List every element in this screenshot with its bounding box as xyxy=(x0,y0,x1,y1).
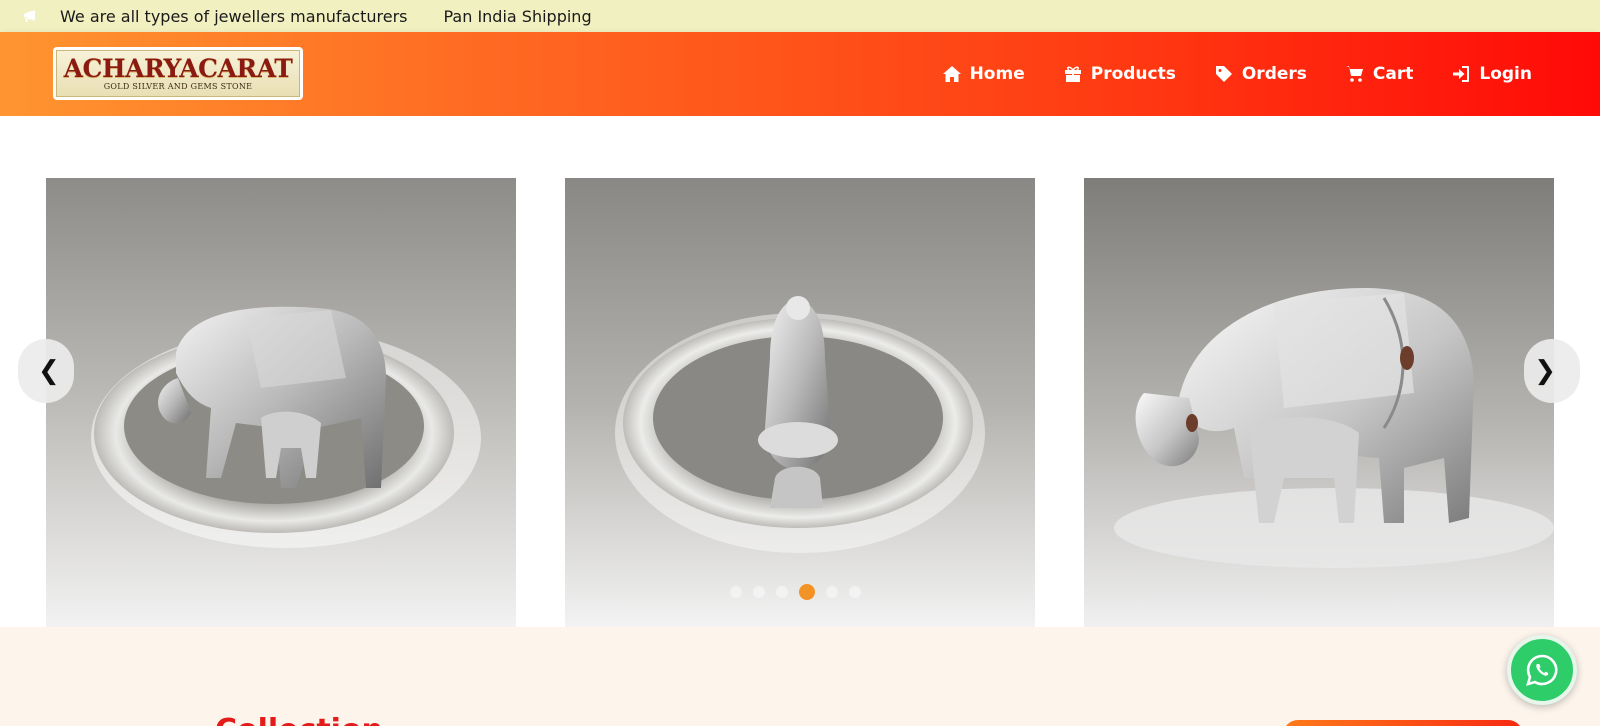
logo-title: ACHARYACARAT xyxy=(63,54,293,83)
site-header: ACHARYACARAT GOLD SILVER AND GEMS STONE … xyxy=(0,32,1600,116)
carousel-dot[interactable] xyxy=(730,586,742,598)
carousel-dot[interactable] xyxy=(849,586,861,598)
carousel-slide[interactable] xyxy=(565,178,1035,627)
carousel-dot[interactable] xyxy=(753,586,765,598)
nav-products[interactable]: Products xyxy=(1063,64,1176,84)
carousel-slide[interactable] xyxy=(46,178,516,627)
nav-label: Login xyxy=(1479,64,1532,84)
site-logo[interactable]: ACHARYACARAT GOLD SILVER AND GEMS STONE xyxy=(53,47,303,100)
hero-carousel: ❮ ❯ xyxy=(0,116,1600,627)
silver-cow-plate-image xyxy=(46,178,516,627)
section-action-button[interactable] xyxy=(1283,720,1523,726)
carousel-slide[interactable] xyxy=(1084,178,1554,627)
nav-home[interactable]: Home xyxy=(942,64,1025,84)
carousel-indicators xyxy=(730,582,872,602)
silver-cow-figurine-image xyxy=(1084,178,1554,627)
section-title-clip: Collection xyxy=(215,713,385,726)
chevron-left-icon: ❮ xyxy=(38,356,60,386)
nav-cart[interactable]: Cart xyxy=(1345,64,1413,84)
carousel-next-button[interactable]: ❯ xyxy=(1524,339,1580,403)
carousel-dot[interactable] xyxy=(776,586,788,598)
carousel-dot[interactable] xyxy=(826,586,838,598)
gift-icon xyxy=(1064,66,1081,82)
tag-icon xyxy=(1215,66,1232,82)
nav-label: Products xyxy=(1090,64,1176,84)
chevron-right-icon: ❯ xyxy=(1534,356,1556,386)
whatsapp-icon xyxy=(1526,654,1558,686)
silver-ganesha-plate-image xyxy=(565,178,1035,627)
section-title: Collection xyxy=(215,713,383,726)
nav-orders[interactable]: Orders xyxy=(1214,64,1307,84)
nav-label: Cart xyxy=(1372,64,1414,84)
nav-login[interactable]: Login xyxy=(1451,64,1532,84)
nav-label: Orders xyxy=(1241,64,1307,84)
whatsapp-button[interactable] xyxy=(1507,635,1577,705)
announcement-bar: We are all types of jewellers manufactur… xyxy=(0,0,1600,32)
announcement-message: Pan India Shipping xyxy=(443,6,592,26)
logo-subtitle: GOLD SILVER AND GEMS STONE xyxy=(103,82,253,91)
carousel-dot-active[interactable] xyxy=(799,584,815,600)
login-icon xyxy=(1453,66,1470,82)
megaphone-icon xyxy=(22,8,38,24)
carousel-prev-button[interactable]: ❮ xyxy=(18,339,74,403)
cart-icon xyxy=(1345,66,1363,82)
logo-badge: ACHARYACARAT GOLD SILVER AND GEMS STONE xyxy=(56,50,300,97)
nav-label: Home xyxy=(969,64,1025,84)
announcement-message: We are all types of jewellers manufactur… xyxy=(60,6,408,26)
main-nav: Home Products Orders Cart Login xyxy=(904,32,1532,116)
collection-section: Collection xyxy=(0,627,1600,726)
home-icon xyxy=(942,66,961,82)
